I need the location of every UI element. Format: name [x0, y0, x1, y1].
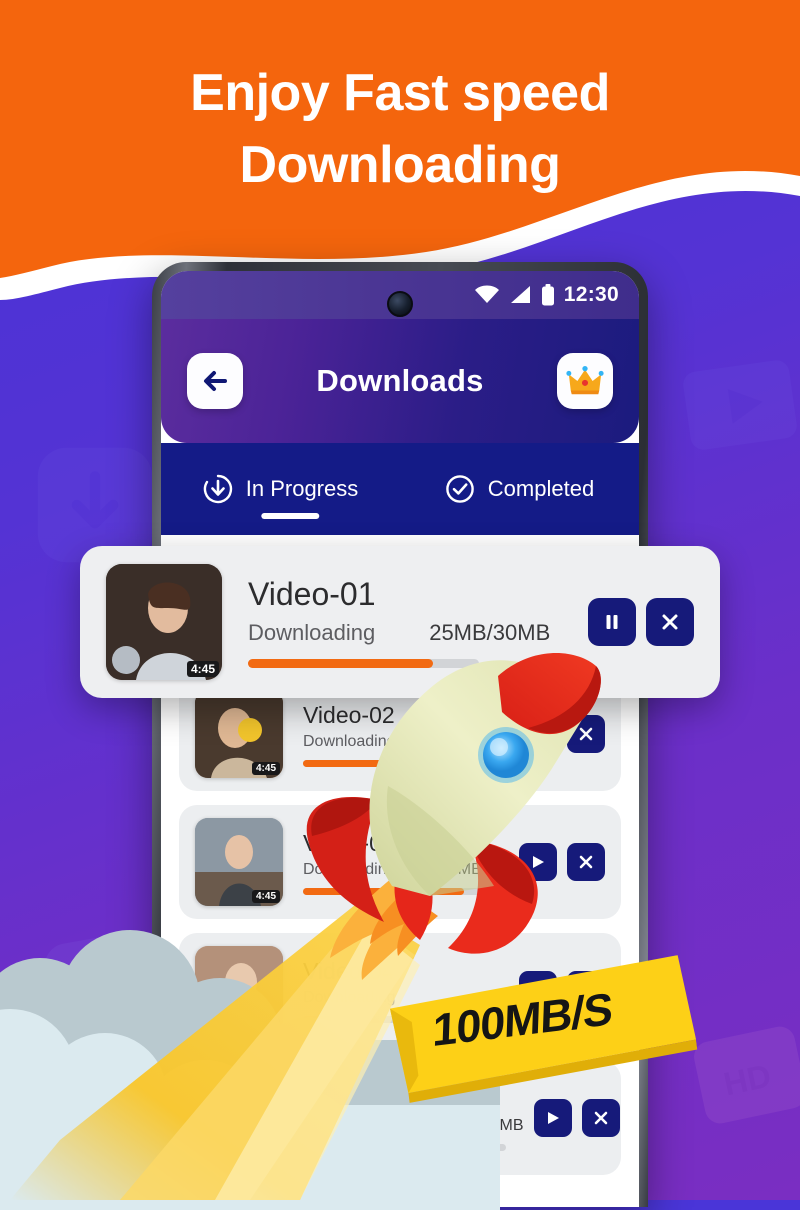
crown-icon: [566, 365, 604, 395]
row-actions: [519, 715, 605, 753]
page-title: Downloads: [316, 363, 484, 398]
progress-fill: [248, 659, 433, 668]
tab-in-progress[interactable]: In Progress: [161, 443, 400, 535]
download-size: /52MB: [435, 860, 482, 878]
promo-headline: Enjoy Fast speed Downloading: [0, 58, 800, 202]
download-status: Downloading: [248, 620, 376, 645]
cancel-button[interactable]: [646, 598, 694, 646]
cancel-button[interactable]: [567, 715, 605, 753]
download-circle-icon: [203, 474, 232, 504]
download-status: Downloading: [303, 860, 396, 878]
row-content: Video-01 Downloading 25MB/30MB: [222, 576, 588, 668]
row-meta: Downloading 23M: [303, 733, 509, 751]
play-button[interactable]: [519, 843, 557, 881]
play-icon: [533, 856, 544, 868]
wifi-icon: [474, 285, 499, 303]
video-thumbnail: 4:45: [195, 690, 283, 778]
row-actions: [588, 598, 694, 646]
battery-icon: [541, 284, 554, 306]
tab-completed[interactable]: Completed: [400, 443, 639, 535]
row-actions: [533, 1099, 620, 1137]
download-size: 25MB/30MB: [429, 620, 551, 645]
video-reel-watermark-icon: [683, 360, 797, 450]
close-icon: [579, 727, 593, 741]
status-icons: 12:30: [474, 283, 619, 307]
status-bar: 12:30: [161, 271, 639, 319]
download-status: Downloading: [303, 732, 396, 750]
row-content: Video-02 Downloading 23M: [283, 702, 519, 767]
tab-completed-label: Completed: [487, 476, 595, 501]
play-icon: [533, 728, 544, 740]
tab-active-indicator: [260, 513, 319, 519]
progress-track: [303, 759, 493, 767]
download-size: 23M: [435, 732, 467, 750]
arrow-left-icon: [204, 371, 227, 391]
front-camera: [387, 291, 413, 317]
back-button[interactable]: [187, 353, 243, 409]
cancel-button[interactable]: [581, 1099, 620, 1137]
progress-track: [248, 659, 479, 668]
play-icon: [547, 1112, 559, 1124]
video-title: Video-01: [248, 576, 376, 612]
video-thumbnail: 4:45: [106, 564, 222, 680]
close-icon: [594, 1111, 607, 1125]
progress-fill: [303, 759, 408, 767]
pause-button[interactable]: [588, 598, 636, 646]
cancel-button[interactable]: [567, 843, 605, 881]
hd-watermark-icon: HD: [694, 1026, 800, 1124]
video-duration: 4:45: [186, 661, 219, 677]
featured-download-card[interactable]: 4:45 Video-01 Downloading 25MB/30MB: [80, 546, 720, 698]
headline-line-2: Downloading: [239, 135, 561, 194]
video-title: Video-03: [303, 829, 395, 856]
signal-icon: [510, 286, 530, 303]
check-circle-icon: [445, 475, 474, 503]
play-button[interactable]: [533, 1099, 572, 1137]
row-content: Video-03 Downloading /52MB: [283, 830, 519, 895]
tab-bar: In Progress Completed: [161, 443, 639, 535]
app-bar: Downloads: [161, 319, 639, 443]
tab-in-progress-label: In Progress: [245, 476, 359, 501]
video-title: Video-02: [303, 701, 395, 728]
premium-button[interactable]: [556, 353, 613, 409]
row-meta: Downloading /52MB: [303, 861, 509, 879]
row-actions: [519, 843, 605, 881]
video-duration: 4:45: [251, 762, 280, 775]
headline-line-1: Enjoy Fast speed: [190, 64, 610, 122]
row-meta: Downloading 25MB/30MB: [248, 620, 578, 646]
play-button[interactable]: [519, 715, 557, 753]
pause-icon: [606, 615, 618, 629]
close-icon: [579, 855, 593, 869]
close-icon: [662, 614, 678, 630]
status-time: 12:30: [563, 283, 619, 306]
